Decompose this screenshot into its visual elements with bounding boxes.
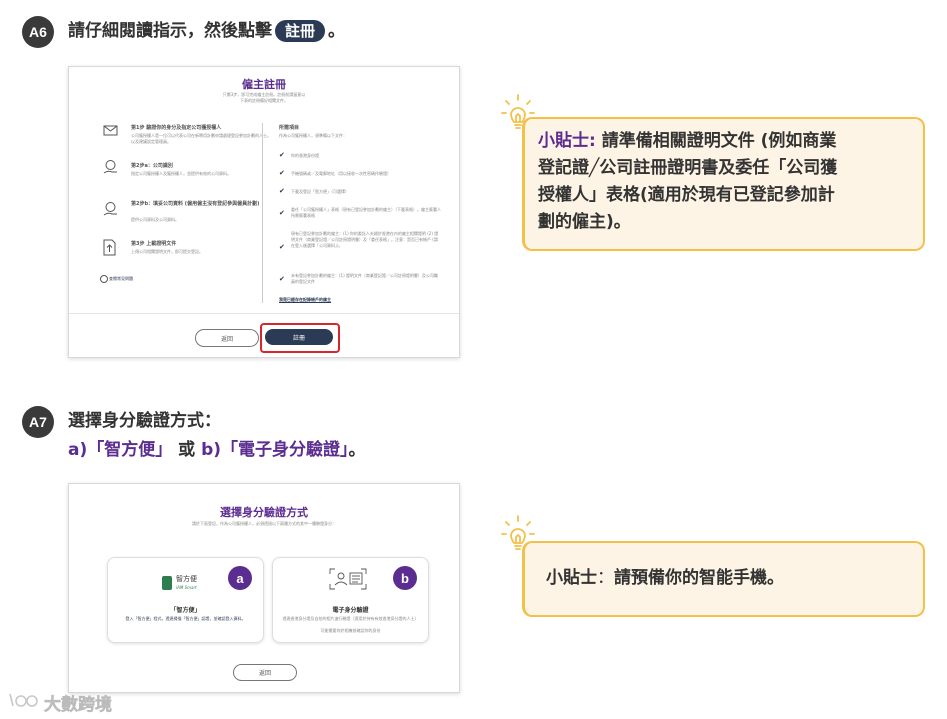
required-item-4: 委任「公司獲授權人」表格（現有已登記參加計劃的僱主）（下載表格）。僱主簽署人所需… bbox=[291, 207, 441, 218]
check-icon: ✔ bbox=[279, 243, 285, 251]
step-badge-a7: A7 bbox=[22, 406, 54, 438]
e-identity-desc-2: 可能需要你於相機前確認你的身份 bbox=[320, 628, 381, 633]
a7-instruction-line-1: 選擇身分驗證方式： bbox=[68, 411, 221, 431]
step-badge-a6: A6 bbox=[22, 16, 54, 48]
tip-1-line-3: 授權人」表格(適用於現有已登記參加計 bbox=[538, 185, 835, 205]
check-icon: ✔ bbox=[279, 275, 285, 283]
registration-title: 僱主註冊 bbox=[242, 78, 286, 91]
tip-1-line-1: 請準備相關證明文件 (例如商業 bbox=[601, 131, 837, 151]
a6-instruction-suffix: 。 bbox=[328, 21, 346, 41]
iam-smart-logo-icon bbox=[162, 576, 172, 590]
document-upload-icon bbox=[103, 239, 116, 256]
check-icon: ✔ bbox=[279, 151, 285, 159]
step3-desc: 上傳公司相關證明文件，即可提交登記。 bbox=[131, 249, 203, 254]
e-identity-title: 電子身分驗證 bbox=[332, 607, 369, 614]
identity-verification-screenshot: 選擇身分驗證方式 請於下面登記，作為公司獲授權人，必須透過以下兩種方式的其中一種… bbox=[68, 483, 460, 693]
tip-2-separator: ： bbox=[597, 568, 614, 588]
a7-instruction-line-2: a)「智方便」 或 b)「電子身分驗證」。 bbox=[68, 437, 366, 464]
tip-2-body: 請預備你的智能手機。 bbox=[614, 568, 784, 588]
column-divider bbox=[262, 123, 263, 303]
iam-smart-logo-text: 智方便 bbox=[176, 575, 197, 583]
existing-account-link[interactable]: 我是已經存在記錄帳戶的僱主 bbox=[279, 297, 331, 303]
footer-divider bbox=[69, 313, 459, 314]
verification-back-button[interactable]: 返回 bbox=[233, 664, 297, 681]
iam-smart-card[interactable]: 智方便 iAM Smart a 「智方便」 登入「智方便」程式，透過掃描「智方便… bbox=[107, 557, 264, 643]
watermark-logo-icon bbox=[8, 690, 42, 710]
verification-title: 選擇身分驗證方式 bbox=[220, 506, 308, 519]
tip-1-text: 小貼士: 請準備相關證明文件 (例如商業 登記證╱公司註冊證明書及委任「公司獲 … bbox=[538, 128, 913, 236]
iam-smart-title: 「智方便」 bbox=[170, 607, 201, 614]
register-button[interactable]: 註冊 bbox=[265, 329, 333, 345]
check-icon: ✔ bbox=[279, 169, 285, 177]
employer-registration-screenshot: 僱主註冊 只需3步，即可完成僱主註冊。註冊前請留意以 下表的註冊備好相關文件。 … bbox=[68, 66, 460, 358]
iam-smart-logo-sub: iAM Smart bbox=[176, 585, 197, 590]
required-title: 所需項目 bbox=[279, 125, 300, 131]
step3-title: 第3步 上載證明文件 bbox=[131, 241, 177, 247]
a6-instruction-prefix: 請仔細閱讀指示，然後點擊 bbox=[68, 21, 272, 41]
option-a-marker: a bbox=[228, 566, 252, 590]
check-icon: ✔ bbox=[279, 209, 285, 217]
required-item-2: 手機號碼或／及電郵地址（用以接收一次性密碼作驗證） bbox=[291, 171, 391, 176]
tip-1-line-2: 登記證╱公司註冊證明書及委任「公司獲 bbox=[538, 158, 838, 178]
company-hand-icon bbox=[103, 201, 118, 218]
help-link[interactable]: 查閱常見問題 bbox=[109, 276, 133, 282]
option-b-marker: b bbox=[393, 566, 417, 590]
a7-or-text: 或 bbox=[178, 440, 196, 460]
check-icon: ✔ bbox=[279, 187, 285, 195]
step2b-desc: 提供公司資料及公司資料。 bbox=[131, 217, 179, 222]
register-pill: 註冊 bbox=[275, 20, 326, 42]
tip-1-label: 小貼士: bbox=[538, 131, 596, 151]
tip-1-line-4: 劃的僱主)。 bbox=[538, 212, 631, 232]
envelope-icon bbox=[103, 123, 118, 138]
id-hand-icon bbox=[103, 159, 118, 176]
required-subtitle: 作為公司獲授權人，須準備以下文件： bbox=[279, 133, 347, 138]
watermark-text: 大數跨境 bbox=[44, 695, 113, 716]
a7-end-text: 。 bbox=[348, 440, 366, 460]
a6-instruction: 請仔細閱讀指示，然後點擊 註冊。 bbox=[68, 18, 345, 45]
required-item-1: 你的香港身份證 bbox=[291, 153, 319, 158]
required-item-6: 未有登記參加計劃的僱主：(1) 證明文件（商業登記證／公司註冊證明書）及公司職員… bbox=[291, 273, 438, 284]
step1-title: 第1步 驗證你的身分及指定公司獲授權人 bbox=[131, 125, 222, 131]
face-id-icon bbox=[329, 568, 367, 590]
required-item-5: 現有已登記參加計劃的僱主：(1) 你的委託人夫婦於香港在內的僱主相關證明 (2)… bbox=[291, 231, 439, 248]
a7-option-b-text: b)「電子身分驗證」 bbox=[201, 440, 349, 460]
verification-subtitle: 請於下面登記，作為公司獲授權人，必須透過以下兩種方式的其中一種驗證身分： bbox=[192, 521, 336, 526]
e-identity-card[interactable]: b 電子身分驗證 透過香港身分證及自拍的相片進行驗證（適用於持有有效香港身分證的… bbox=[272, 557, 429, 643]
back-button[interactable]: 返回 bbox=[195, 329, 259, 347]
e-identity-desc-1: 透過香港身分證及自拍的相片進行驗證（適用於持有有效香港身分證的人士） bbox=[282, 616, 419, 621]
step2a-desc: 指定公司獲授權人及獲授權人，並提供有效的公司資料。 bbox=[131, 171, 231, 176]
step2b-title: 第2步b：填妥公司資料 (僱用僱主沒有登記參與僱員計劃) bbox=[131, 201, 260, 207]
required-item-3: 下載及登記「智方便」（可選擇） bbox=[291, 189, 349, 194]
iam-smart-desc: 登入「智方便」程式，透過掃描「智方便」認證，並確認登入資料。 bbox=[125, 616, 246, 621]
tip-2-text: 小貼士：請預備你的智能手機。 bbox=[546, 565, 784, 592]
a7-option-a-text: a)「智方便」 bbox=[68, 440, 173, 460]
step2a-title: 第2步a：公司識別 bbox=[131, 163, 173, 169]
step1-desc: 公司獲授權人是一位可以代表公司在新聘用計劃申請處理登記參加計劃的人士。以及建議設… bbox=[131, 133, 271, 144]
registration-intro-2: 下表的註冊備好相關文件。 bbox=[240, 98, 288, 103]
tip-2-label: 小貼士 bbox=[546, 568, 597, 588]
help-icon bbox=[100, 275, 108, 283]
